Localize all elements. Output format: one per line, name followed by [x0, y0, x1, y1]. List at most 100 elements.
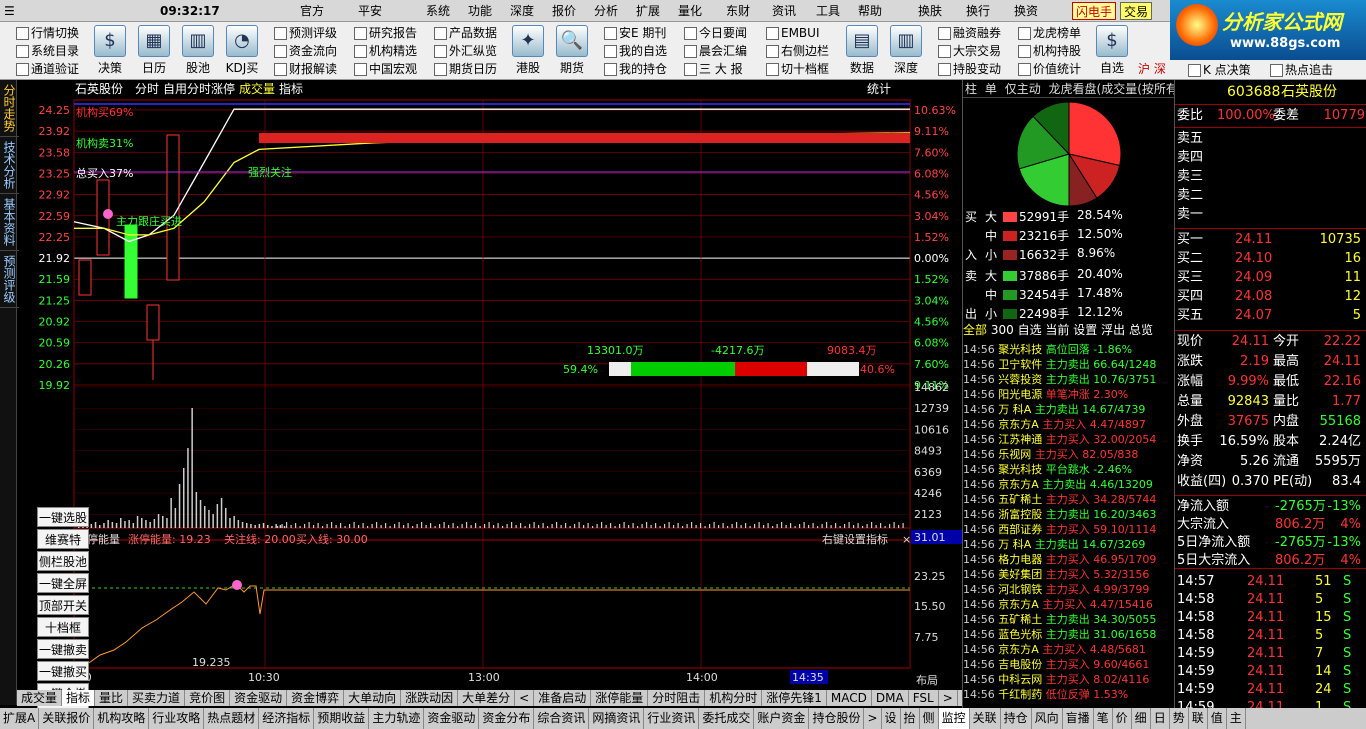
indicator-tab[interactable]: 成交量: [17, 690, 63, 706]
check-item[interactable]: 中国宏观: [354, 60, 417, 78]
menu-item[interactable]: ☰: [4, 0, 15, 22]
tab-single[interactable]: 单: [983, 82, 999, 96]
bottom-tab[interactable]: 势: [1170, 708, 1189, 729]
tick-row[interactable]: 14:56 京东方A 主力卖出 4.46/13209: [963, 477, 1174, 492]
tick-row[interactable]: 14:56 万 科A 主力卖出 14.67/4739: [963, 402, 1174, 417]
bottom-tab[interactable]: 网摘资讯: [589, 708, 645, 729]
check-item[interactable]: 产品数据: [434, 24, 497, 42]
indicator-tab[interactable]: 量比: [95, 690, 129, 706]
indicator-tab[interactable]: <: [515, 690, 535, 706]
tick-row[interactable]: 14:56 五矿稀土 主力卖出 34.30/5055: [963, 612, 1174, 627]
menu-official[interactable]: 官方: [300, 0, 324, 22]
check-item[interactable]: 预测评级: [274, 24, 337, 42]
tick-row[interactable]: 14:56 阳光电源 单笔冲涨 2.30%: [963, 387, 1174, 402]
toolbar-kdj-button[interactable]: ◔ KDJ买: [222, 22, 262, 80]
check-item[interactable]: 龙虎榜单: [1018, 24, 1081, 42]
menu-quote[interactable]: 报价: [552, 0, 576, 22]
bottom-tab[interactable]: 盲播: [1063, 708, 1094, 729]
check-item[interactable]: 财报解读: [274, 60, 337, 78]
tick-row[interactable]: 14:56 聚光科技 平台跳水 -2.46%: [963, 462, 1174, 477]
bottom-tab[interactable]: 预期收益: [314, 708, 370, 729]
menu-pingan[interactable]: 平安: [358, 0, 382, 22]
tick-row[interactable]: 14:56 京东方A 主力买入 4.47/15416: [963, 597, 1174, 612]
check-item[interactable]: 晨会汇编: [684, 42, 747, 60]
flash-trade-button[interactable]: 闪电手: [1072, 2, 1117, 20]
bottom-tab[interactable]: 监控: [938, 708, 970, 729]
toolbar-hk-button[interactable]: ✦ 港股: [508, 22, 548, 80]
bottom-tab[interactable]: 综合资讯: [534, 708, 590, 729]
indicator-tab[interactable]: >: [939, 690, 958, 706]
menu-extend[interactable]: 扩展: [636, 0, 660, 22]
quick-button[interactable]: 维赛特: [37, 529, 89, 549]
trade-button[interactable]: 交易: [1120, 2, 1153, 20]
check-item[interactable]: 持股变动: [938, 60, 1001, 78]
menu-depth[interactable]: 深度: [510, 0, 534, 22]
indicator-tab[interactable]: 机构分时: [705, 690, 763, 706]
check-item[interactable]: 安E 期刊: [604, 24, 666, 42]
check-item[interactable]: 外汇纵览: [434, 42, 497, 60]
check-item[interactable]: 机构持股: [1018, 42, 1081, 60]
tick-row[interactable]: 14:56 京东方A 主力买入 4.47/4897: [963, 417, 1174, 432]
market-toggle[interactable]: 沪 深: [1138, 60, 1166, 78]
menu-quant[interactable]: 量化: [678, 0, 702, 22]
indicator-tab[interactable]: 涨跌动因: [401, 690, 459, 706]
bottom-tab[interactable]: 联: [1189, 708, 1208, 729]
tick-row[interactable]: 14:56 聚光科技 高位回落 -1.86%: [963, 342, 1174, 357]
bottom-tab[interactable]: 价: [1113, 708, 1132, 729]
tick-row[interactable]: 14:56 美好集团 主力买入 5.32/3156: [963, 567, 1174, 582]
check-item[interactable]: 系统目录: [16, 42, 79, 60]
bottom-tab[interactable]: 抬: [901, 708, 920, 729]
quick-button[interactable]: 一键全屏: [37, 573, 89, 593]
quick-button[interactable]: 一键撤买: [37, 661, 89, 681]
indicator-tab[interactable]: 资金博弈: [287, 690, 345, 706]
menu-skin[interactable]: 换肤: [918, 0, 942, 22]
quick-button[interactable]: 十档框: [37, 617, 89, 637]
check-item[interactable]: 切十档框: [766, 60, 829, 78]
menu-res[interactable]: 换资: [1014, 0, 1038, 22]
bottom-tab[interactable]: 账户资金: [754, 708, 810, 729]
ask-row[interactable]: 卖四: [1177, 148, 1365, 168]
bottom-tab[interactable]: 风向: [1032, 708, 1063, 729]
filter-watch[interactable]: 自选: [1018, 323, 1042, 337]
bottom-tab[interactable]: 设: [882, 708, 901, 729]
check-item[interactable]: 通道验证: [16, 60, 79, 78]
filter-300[interactable]: 300: [991, 323, 1014, 337]
check-item[interactable]: 热点追击: [1270, 61, 1333, 79]
check-item[interactable]: EMBUI: [766, 24, 820, 42]
bottom-tab[interactable]: >: [864, 708, 882, 729]
ask-row[interactable]: 卖一: [1177, 205, 1365, 225]
tick-row[interactable]: 14:56 蓝色光标 主力卖出 31.06/1658: [963, 627, 1174, 642]
toolbar-calendar-button[interactable]: ▦ 日历: [134, 22, 174, 80]
tick-row[interactable]: 14:56 兴蓉投资 主力卖出 10.76/3751: [963, 372, 1174, 387]
indicator-tab[interactable]: 涨停先锋1: [762, 690, 827, 706]
check-item[interactable]: 右侧边栏: [766, 42, 829, 60]
menu-line[interactable]: 换行: [966, 0, 990, 22]
bid-row[interactable]: 买三 24.09 11: [1177, 268, 1365, 288]
toolbar-data-button[interactable]: ▤ 数据: [842, 22, 882, 80]
bottom-tab[interactable]: 行业攻略: [149, 708, 205, 729]
bid-row[interactable]: 买四 24.08 12: [1177, 287, 1365, 307]
menu-system[interactable]: 系统: [426, 0, 450, 22]
tab-dragon-tiger[interactable]: 龙虎看盘(成交量(按所有): [1047, 82, 1174, 96]
toolbar-watchlist-button[interactable]: $ 自选: [1092, 22, 1132, 80]
tick-row[interactable]: 14:56 西部证券 主力买入 59.10/1114: [963, 522, 1174, 537]
indicator-tab[interactable]: 大单差分: [458, 690, 516, 706]
menu-news[interactable]: 资讯: [772, 0, 796, 22]
filter-settings[interactable]: 设置: [1073, 323, 1097, 337]
tick-row[interactable]: 14:56 千红制药 低位反弹 1.53%: [963, 687, 1174, 702]
intraday-chart[interactable]: 石英股份 分时 自用分时涨停 成交量 指标 统计 24.25 10.63% 23.9…: [17, 80, 962, 729]
bottom-tab[interactable]: 细: [1132, 708, 1151, 729]
menu-analysis[interactable]: 分析: [594, 0, 618, 22]
indicator-tab[interactable]: 大单动向: [344, 690, 402, 706]
toolbar-decision-button[interactable]: $ 决策: [90, 22, 130, 80]
filter-float[interactable]: 浮出: [1101, 323, 1125, 337]
bottom-tab[interactable]: 关联: [970, 708, 1001, 729]
tick-row[interactable]: 14:56 浙富控股 主力卖出 16.20/3463: [963, 507, 1174, 522]
tick-row[interactable]: 14:56 吉电股份 主力买入 9.60/4661: [963, 657, 1174, 672]
bottom-tab[interactable]: 主: [1227, 708, 1246, 729]
indicator-settings[interactable]: 右键设置指标: [822, 532, 888, 546]
filter-all[interactable]: 全部: [963, 323, 987, 337]
indicator-tab[interactable]: 准备启动: [534, 690, 592, 706]
tick-row[interactable]: 14:56 京东方A 主力买入 4.48/5681: [963, 642, 1174, 657]
bottom-tab[interactable]: 资金分布: [479, 708, 535, 729]
